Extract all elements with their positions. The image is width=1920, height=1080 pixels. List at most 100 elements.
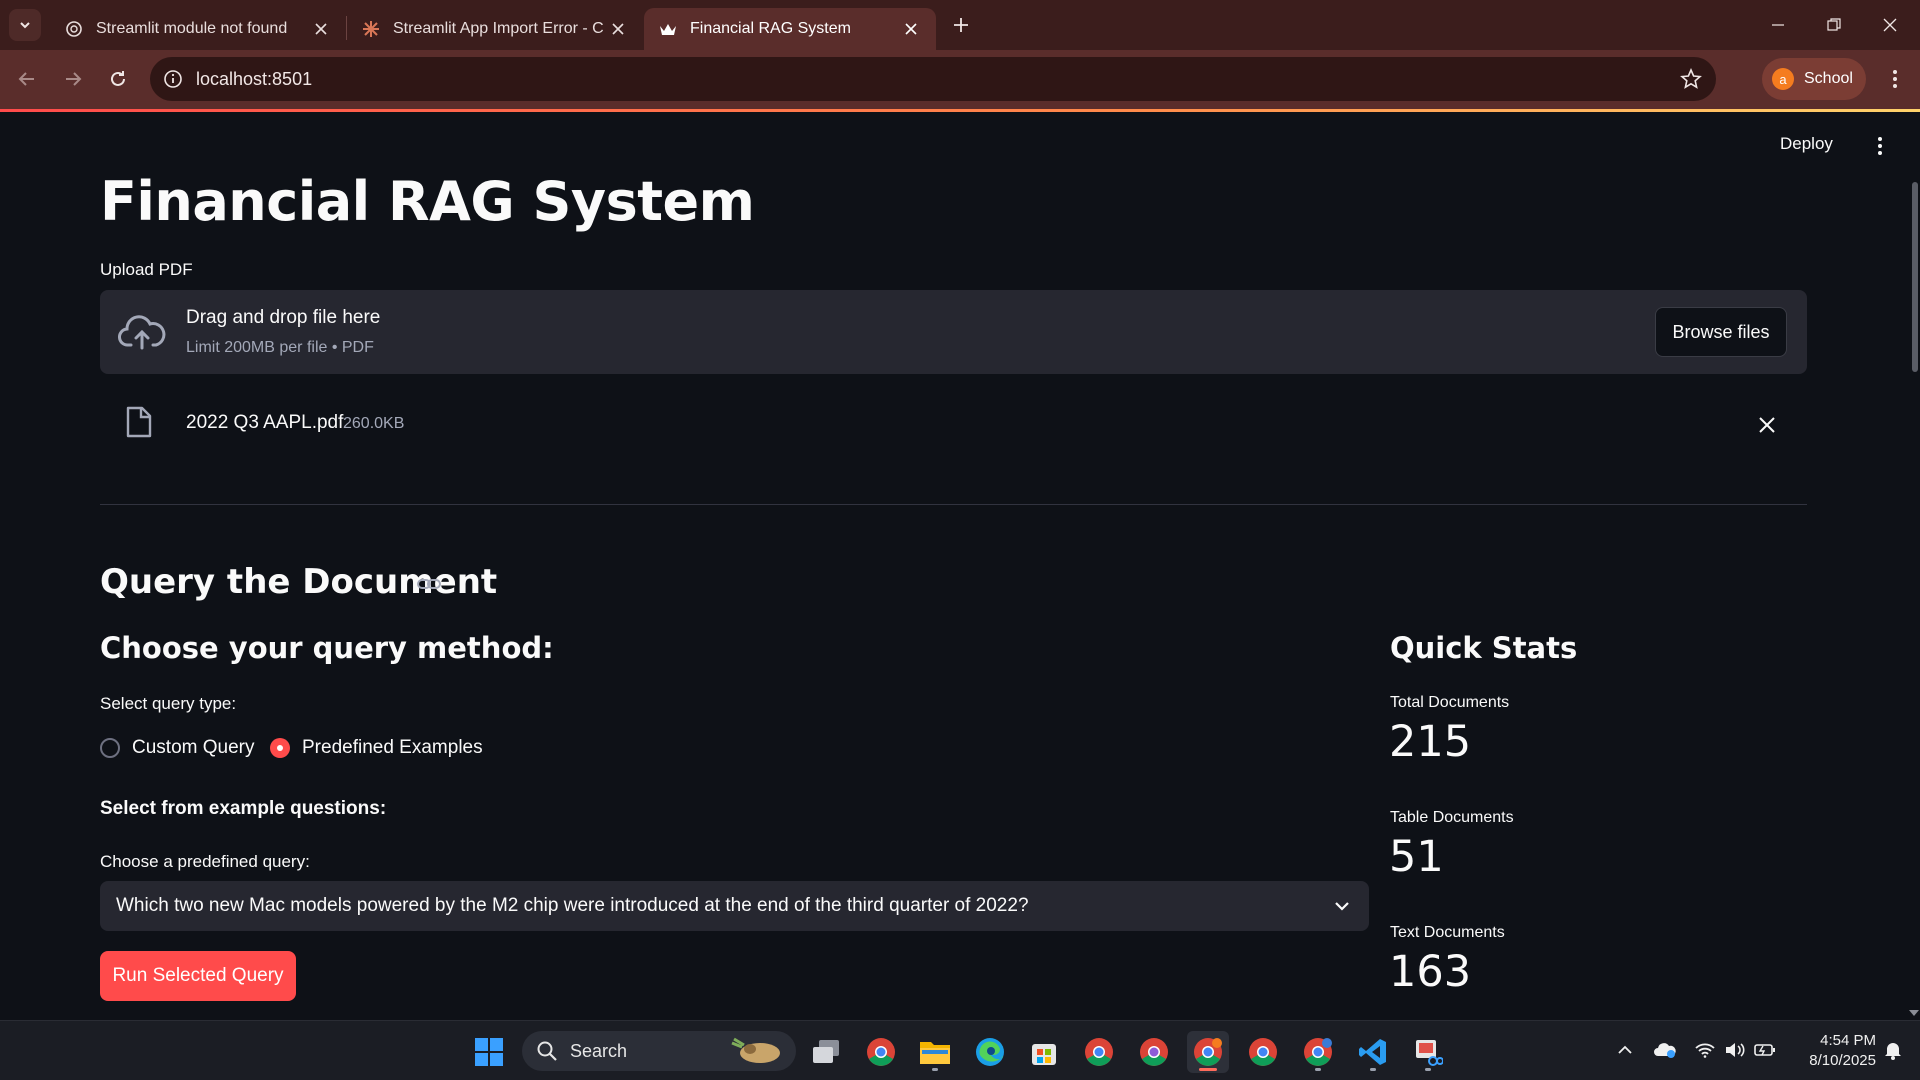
selected-query-value: Which two new Mac models powered by the …: [116, 895, 1029, 916]
address-bar[interactable]: localhost:8501: [150, 57, 1716, 101]
bookmark-star-icon[interactable]: [1678, 66, 1704, 92]
upload-label: Upload PDF: [100, 260, 193, 279]
dropzone-instructions: Drag and drop file here: [186, 307, 381, 328]
chrome-icon: [1085, 1038, 1113, 1066]
metric-value-text: 163: [1389, 947, 1472, 997]
close-tab-icon[interactable]: [900, 18, 922, 40]
tab-streamlit-module[interactable]: Streamlit module not found: [50, 8, 346, 50]
wifi-tray[interactable]: [1692, 1037, 1718, 1063]
chrome-icon: [1140, 1038, 1168, 1066]
radio-unselected-indicator: [100, 738, 120, 758]
file-name: 2022 Q3 AAPL.pdf: [186, 412, 344, 433]
windows-taskbar: Search 4:54 PM 8/10/2025: [0, 1020, 1920, 1080]
scroll-down-arrow[interactable]: [1908, 1008, 1920, 1018]
radio-predefined-examples[interactable]: Predefined Examples: [270, 737, 483, 759]
onedrive-tray[interactable]: [1652, 1037, 1678, 1063]
remove-file-icon[interactable]: [1754, 412, 1780, 438]
active-indicator: [1199, 1068, 1217, 1071]
taskbar-chrome-3[interactable]: [1133, 1031, 1175, 1073]
task-view-icon: [813, 1040, 839, 1063]
volume-tray[interactable]: [1722, 1037, 1748, 1063]
tab-search-button[interactable]: [9, 9, 41, 41]
select-query-label: Choose a predefined query:: [100, 852, 310, 871]
taskbar-chrome[interactable]: [860, 1031, 902, 1073]
arrow-right-icon: [66, 72, 82, 86]
notifications-button[interactable]: [1880, 1037, 1906, 1063]
claude-icon: [361, 19, 381, 39]
close-tab-icon[interactable]: [310, 18, 332, 40]
edge-icon: [976, 1038, 1004, 1066]
restore-button[interactable]: [1806, 0, 1862, 50]
reload-button[interactable]: [101, 62, 135, 96]
new-tab-button[interactable]: [948, 12, 974, 38]
battery-tray[interactable]: [1752, 1037, 1778, 1063]
taskbar-vscode[interactable]: [1352, 1031, 1394, 1073]
taskbar-chrome-5[interactable]: [1297, 1031, 1339, 1073]
predefined-query-select[interactable]: Which two new Mac models powered by the …: [100, 881, 1369, 931]
site-info-icon[interactable]: [160, 66, 186, 92]
chrome-icon: [1249, 1038, 1277, 1066]
query-method-heading: Choose your query method:: [100, 631, 554, 665]
folder-icon: [920, 1042, 950, 1064]
browser-toolbar: localhost:8501 a School: [0, 50, 1920, 109]
avatar: a: [1772, 68, 1794, 90]
reload-icon: [111, 71, 125, 86]
browser-menu-button[interactable]: [1880, 64, 1910, 94]
page-scrollbar[interactable]: [1912, 182, 1918, 372]
taskbar-clock[interactable]: 4:54 PM 8/10/2025: [1786, 1031, 1876, 1071]
metric-label-text: Text Documents: [1390, 924, 1505, 941]
tab-title: Financial RAG System: [690, 20, 851, 37]
task-view-button[interactable]: [805, 1031, 847, 1073]
show-hidden-icons[interactable]: [1612, 1037, 1638, 1063]
taskbar-chrome-active[interactable]: [1187, 1031, 1229, 1073]
search-label: Search: [570, 1040, 628, 1061]
openai-icon: [64, 19, 84, 39]
more-vertical-icon: [1893, 70, 1897, 88]
taskbar-snipping-tool[interactable]: [1407, 1031, 1449, 1073]
page-title: Financial RAG System: [100, 170, 755, 233]
profile-button[interactable]: a School: [1762, 58, 1866, 100]
file-dropzone[interactable]: Drag and drop file here Limit 200MB per …: [100, 290, 1807, 374]
vscode-icon: [1359, 1039, 1386, 1065]
back-button[interactable]: [10, 62, 44, 96]
streamlit-crown-icon: [658, 19, 678, 39]
taskbar-chrome-2[interactable]: [1078, 1031, 1120, 1073]
tab-title: Streamlit module not found: [96, 20, 288, 37]
chrome-icon: [1194, 1038, 1222, 1066]
deploy-button[interactable]: Deploy: [1780, 134, 1833, 154]
taskbar-file-explorer[interactable]: [914, 1031, 956, 1073]
clock-date: 8/10/2025: [1809, 1052, 1876, 1069]
quick-stats-heading: Quick Stats: [1390, 631, 1578, 665]
tab-import-error[interactable]: Streamlit App Import Error - Cla: [347, 8, 643, 50]
tab-financial-rag[interactable]: Financial RAG System: [644, 8, 936, 50]
close-icon: [1883, 18, 1897, 32]
minimize-button[interactable]: [1750, 0, 1806, 50]
taskbar-store[interactable]: [1023, 1031, 1065, 1073]
taskbar-edge[interactable]: [969, 1031, 1011, 1073]
chevron-down-icon: [20, 22, 30, 29]
store-icon: [1032, 1044, 1056, 1065]
chrome-icon: [867, 1038, 895, 1066]
anchor-link-icon[interactable]: [416, 574, 442, 594]
close-tab-icon[interactable]: [607, 18, 629, 40]
snipping-tool-icon: [1416, 1040, 1443, 1066]
search-highlight-illustration: [731, 1037, 780, 1063]
running-indicator: [932, 1068, 938, 1071]
close-window-button[interactable]: [1862, 0, 1918, 50]
cloud-upload-icon: [118, 312, 166, 352]
restore-icon: [1827, 18, 1841, 31]
chevron-up-icon: [1618, 1045, 1632, 1054]
taskbar-chrome-4[interactable]: [1242, 1031, 1284, 1073]
minimize-icon: [1772, 24, 1784, 26]
run-selected-query-button[interactable]: Run Selected Query: [100, 951, 296, 1001]
chevron-down-icon: [1331, 895, 1353, 917]
browse-files-button[interactable]: Browse files: [1655, 307, 1787, 357]
taskbar-search[interactable]: Search: [522, 1031, 796, 1071]
app-main-menu-button[interactable]: [1866, 132, 1894, 160]
radio-custom-query[interactable]: Custom Query: [100, 737, 254, 759]
forward-button[interactable]: [56, 62, 90, 96]
start-button[interactable]: [468, 1031, 510, 1073]
windows-logo-icon: [475, 1038, 503, 1066]
battery-icon: [1754, 1044, 1775, 1056]
url-text[interactable]: localhost:8501: [196, 69, 312, 90]
